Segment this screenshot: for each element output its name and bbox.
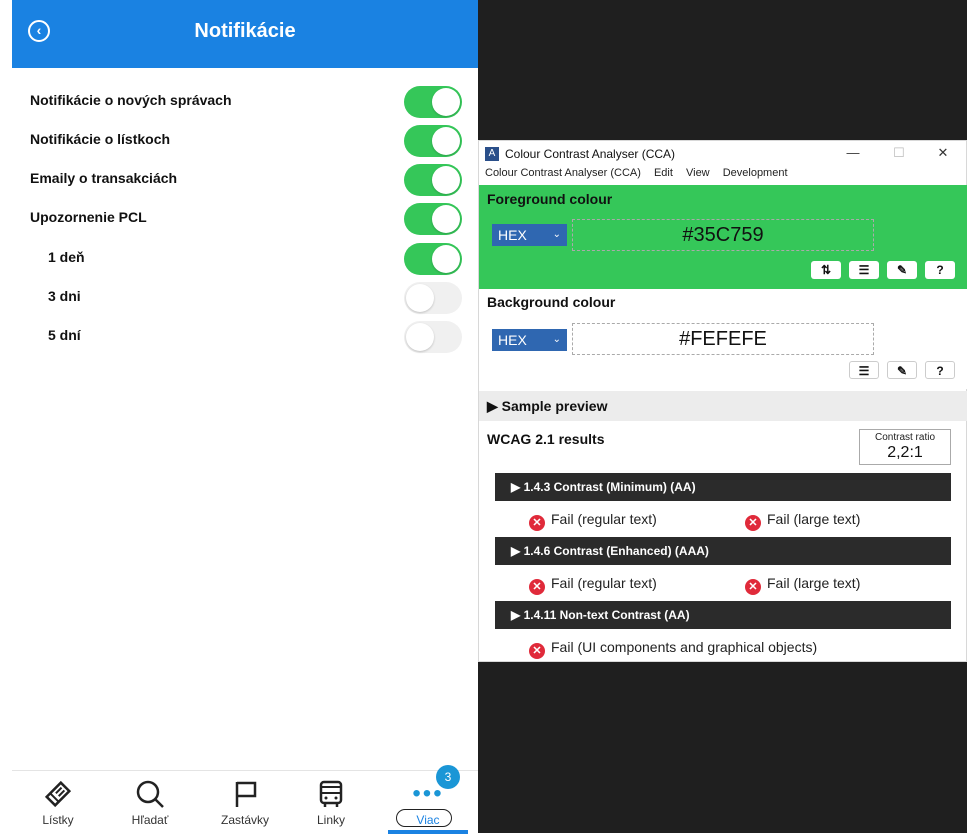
app-header: ‹ Notifikácie bbox=[12, 0, 478, 68]
fail-icon: ✕ bbox=[745, 515, 761, 531]
setting-label: Notifikácie o nových správach bbox=[30, 92, 232, 108]
search-icon bbox=[110, 779, 190, 809]
result-ui-components: ✕ Fail (UI components and graphical objec… bbox=[529, 638, 817, 659]
toggle-switch[interactable] bbox=[404, 321, 462, 353]
format-value: HEX bbox=[498, 332, 527, 348]
menu-item-app[interactable]: Colour Contrast Analyser (CCA) bbox=[485, 167, 641, 179]
page-title: Notifikácie bbox=[194, 20, 296, 42]
criterion-1-4-6-toggle[interactable]: ▶ 1.4.6 Contrast (Enhanced) (AAA) bbox=[495, 537, 951, 565]
setting-row-new-messages: Notifikácie o nových správach bbox=[12, 82, 478, 122]
nav-item-tickets[interactable]: Lístky bbox=[18, 771, 98, 834]
nav-item-stops[interactable]: Zastávky bbox=[205, 771, 285, 834]
menu-item-view[interactable]: View bbox=[686, 167, 710, 179]
result-regular-text: ✕ Fail (regular text) bbox=[529, 574, 657, 595]
setting-label: Emaily o transakciách bbox=[30, 170, 178, 186]
toggle-switch[interactable] bbox=[404, 282, 462, 314]
maximize-icon[interactable]: ☐ bbox=[884, 143, 914, 163]
toggle-knob bbox=[432, 205, 460, 233]
bus-icon bbox=[291, 779, 371, 809]
contrast-ratio-box: Contrast ratio 2,2:1 bbox=[859, 429, 951, 465]
setting-row-5-days: 5 dní bbox=[12, 317, 478, 357]
nav-item-lines[interactable]: Linky bbox=[291, 771, 371, 834]
nav-item-more[interactable]: ••• 3 Viac bbox=[388, 765, 468, 834]
cca-window: A Colour Contrast Analyser (CCA) — ☐ ✕ C… bbox=[478, 140, 967, 662]
app-logo-icon: A bbox=[485, 147, 499, 161]
nav-label: Hľadať bbox=[131, 813, 169, 827]
eyedropper-icon[interactable]: ✎ bbox=[887, 261, 917, 279]
setting-row-1-day: 1 deň bbox=[12, 239, 478, 279]
toggle-knob bbox=[406, 323, 434, 351]
setting-label: Upozornenie PCL bbox=[30, 209, 147, 225]
setting-label: 3 dni bbox=[48, 288, 81, 304]
toggle-knob bbox=[432, 166, 460, 194]
nav-label: Lístky bbox=[42, 813, 74, 827]
nav-label: Viac bbox=[416, 813, 440, 827]
setting-row-tickets: Notifikácie o lístkoch bbox=[12, 121, 478, 161]
contrast-ratio-value: 2,2:1 bbox=[887, 444, 923, 461]
setting-row-3-days: 3 dni bbox=[12, 278, 478, 318]
menu-bar: Colour Contrast Analyser (CCA) Edit View… bbox=[485, 167, 798, 179]
fail-icon: ✕ bbox=[529, 579, 545, 595]
eyedropper-icon[interactable]: ✎ bbox=[887, 361, 917, 379]
contrast-ratio-label: Contrast ratio bbox=[874, 432, 936, 443]
toggle-knob bbox=[432, 127, 460, 155]
nav-item-search[interactable]: Hľadať bbox=[110, 771, 190, 834]
phone-screen: ‹ Notifikácie Notifikácie o nových správ… bbox=[12, 0, 478, 834]
toggle-knob bbox=[432, 88, 460, 116]
sliders-icon[interactable]: ☰ bbox=[849, 261, 879, 279]
background-section: Background colour HEX ⌄ #FEFEFE ☰ ✎ ? bbox=[479, 289, 967, 389]
help-icon[interactable]: ? bbox=[925, 361, 955, 379]
criterion-1-4-11-toggle[interactable]: ▶ 1.4.11 Non-text Contrast (AA) bbox=[495, 601, 951, 629]
notification-badge: 3 bbox=[436, 765, 460, 789]
setting-row-transaction-emails: Emaily o transakciách bbox=[12, 160, 478, 200]
bottom-nav: Lístky Hľadať Zastávky Linky ••• 3 Viac bbox=[12, 765, 478, 834]
result-large-text: ✕ Fail (large text) bbox=[745, 510, 860, 531]
foreground-title: Foreground colour bbox=[487, 191, 613, 207]
toggle-knob bbox=[432, 245, 460, 273]
nav-label: Linky bbox=[316, 813, 345, 827]
foreground-format-select[interactable]: HEX ⌄ bbox=[492, 224, 567, 246]
toggle-switch[interactable] bbox=[404, 86, 462, 118]
setting-row-pcl: Upozornenie PCL bbox=[12, 199, 478, 239]
sample-preview-label: ▶ Sample preview bbox=[487, 398, 608, 414]
chevron-down-icon: ⌄ bbox=[552, 334, 561, 345]
background-title: Background colour bbox=[487, 294, 616, 310]
toggle-switch[interactable] bbox=[404, 125, 462, 157]
menu-item-edit[interactable]: Edit bbox=[654, 167, 673, 179]
swap-colours-icon[interactable]: ⇅ bbox=[811, 261, 841, 279]
result-regular-text: ✕ Fail (regular text) bbox=[529, 510, 657, 531]
sample-preview-toggle[interactable]: ▶ Sample preview bbox=[479, 391, 967, 421]
toggle-switch[interactable] bbox=[404, 203, 462, 235]
wcag-results-title: WCAG 2.1 results bbox=[487, 431, 605, 447]
setting-label: 5 dní bbox=[48, 327, 81, 343]
format-value: HEX bbox=[498, 227, 527, 243]
window-titlebar: A Colour Contrast Analyser (CCA) — ☐ ✕ bbox=[479, 141, 967, 165]
criterion-1-4-3-toggle[interactable]: ▶ 1.4.3 Contrast (Minimum) (AA) bbox=[495, 473, 951, 501]
background-format-select[interactable]: HEX ⌄ bbox=[492, 329, 567, 351]
nav-label: Zastávky bbox=[220, 813, 269, 827]
flag-icon bbox=[205, 779, 285, 809]
fail-icon: ✕ bbox=[745, 579, 761, 595]
background-hex-input[interactable]: #FEFEFE bbox=[572, 323, 874, 355]
window-title: Colour Contrast Analyser (CCA) bbox=[505, 147, 676, 161]
menu-item-development[interactable]: Development bbox=[723, 167, 788, 179]
toggle-knob bbox=[406, 284, 434, 312]
close-icon[interactable]: ✕ bbox=[928, 143, 958, 163]
minimize-icon[interactable]: — bbox=[838, 143, 868, 163]
setting-label: 1 deň bbox=[48, 249, 85, 265]
foreground-hex-input[interactable]: #35C759 bbox=[572, 219, 874, 251]
sliders-icon[interactable]: ☰ bbox=[849, 361, 879, 379]
result-large-text: ✕ Fail (large text) bbox=[745, 574, 860, 595]
foreground-section: Foreground colour HEX ⌄ #35C759 ⇅ ☰ ✎ ? bbox=[479, 185, 967, 289]
toggle-switch[interactable] bbox=[404, 164, 462, 196]
active-tab-underline bbox=[388, 830, 468, 834]
fail-icon: ✕ bbox=[529, 515, 545, 531]
setting-label: Notifikácie o lístkoch bbox=[30, 131, 171, 147]
ticket-icon bbox=[18, 779, 98, 809]
chevron-down-icon: ⌄ bbox=[552, 229, 561, 240]
help-icon[interactable]: ? bbox=[925, 261, 955, 279]
toggle-switch[interactable] bbox=[404, 243, 462, 275]
fail-icon: ✕ bbox=[529, 643, 545, 659]
